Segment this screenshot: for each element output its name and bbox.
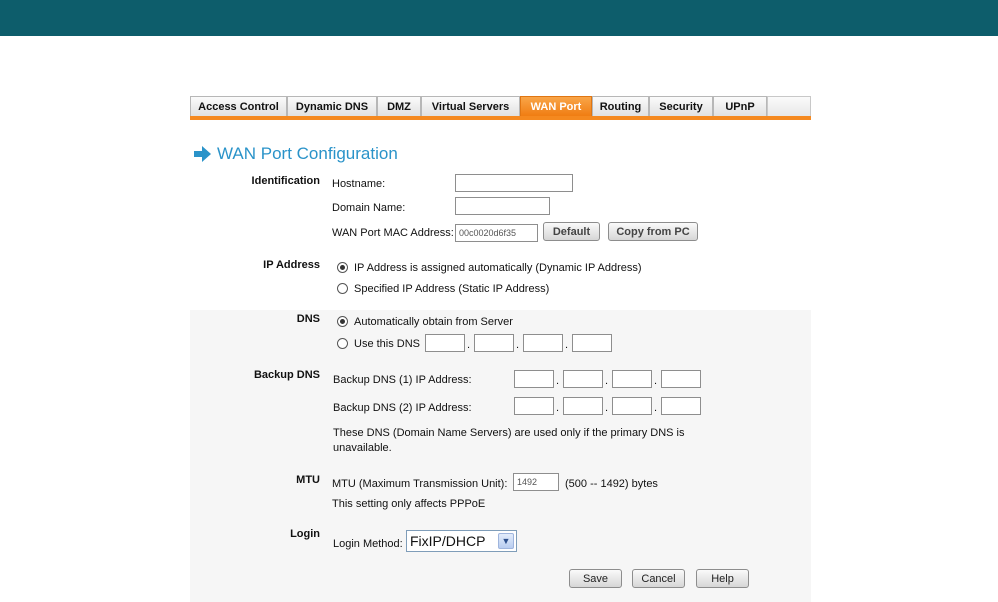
tab-dynamic-dns[interactable]: Dynamic DNS [287, 96, 377, 116]
dns-octet-4-input[interactable] [572, 334, 612, 352]
backup-dns-section-label: Backup DNS [253, 369, 320, 381]
tab-access-control[interactable]: Access Control [190, 96, 287, 116]
dynamic-ip-label: IP Address is assigned automatically (Dy… [354, 262, 642, 274]
ip-address-section-label: IP Address [263, 259, 320, 271]
tab-security[interactable]: Security [649, 96, 713, 116]
tab-upnp[interactable]: UPnP [713, 96, 767, 116]
ip-dot-separator: . [467, 339, 471, 351]
dns-section-label: DNS [296, 313, 320, 325]
default-button[interactable]: Default [543, 222, 600, 241]
backup-dns1-label: Backup DNS (1) IP Address: [333, 374, 472, 386]
backup-dns1-octet-3-input[interactable] [612, 370, 652, 388]
domain-name-input[interactable] [455, 197, 550, 215]
mac-address-label: WAN Port MAC Address: [332, 227, 454, 239]
login-method-value: FixIP/DHCP [410, 533, 486, 549]
hostname-input[interactable] [455, 174, 573, 192]
ip-dot-separator: . [556, 402, 560, 414]
top-banner [0, 0, 998, 36]
backup-dns2-octet-3-input[interactable] [612, 397, 652, 415]
ip-dot-separator: . [556, 375, 560, 387]
tab-bar: Access Control Dynamic DNS DMZ Virtual S… [190, 96, 811, 120]
panel-shaded-area [190, 310, 811, 602]
mtu-section-label: MTU [296, 474, 320, 486]
tab-wan-port[interactable]: WAN Port [520, 96, 592, 116]
dns-manual-radio[interactable] [337, 338, 348, 349]
dns-octet-2-input[interactable] [474, 334, 514, 352]
cancel-button[interactable]: Cancel [632, 569, 685, 588]
backup-dns-note: These DNS (Domain Name Servers) are used… [333, 427, 685, 439]
ip-dot-separator: . [565, 339, 569, 351]
page-title-text: WAN Port Configuration [217, 144, 398, 163]
backup-dns-note-cont: unavailable. [333, 442, 392, 454]
backup-dns2-label: Backup DNS (2) IP Address: [333, 402, 472, 414]
ip-dot-separator: . [516, 339, 520, 351]
login-method-select[interactable]: FixIP/DHCP ▼ [406, 530, 517, 552]
help-button[interactable]: Help [696, 569, 749, 588]
mtu-input[interactable]: 1492 [513, 473, 559, 491]
mtu-range: (500 -- 1492) bytes [565, 478, 658, 490]
static-ip-label: Specified IP Address (Static IP Address) [354, 283, 550, 295]
ip-dot-separator: . [605, 375, 609, 387]
dns-auto-label: Automatically obtain from Server [354, 316, 513, 328]
backup-dns1-octet-4-input[interactable] [661, 370, 701, 388]
tab-routing[interactable]: Routing [592, 96, 649, 116]
ip-dot-separator: . [654, 402, 658, 414]
dns-manual-label: Use this DNS [354, 338, 421, 350]
backup-dns1-octet-1-input[interactable] [514, 370, 554, 388]
backup-dns2-octet-2-input[interactable] [563, 397, 603, 415]
backup-dns1-octet-2-input[interactable] [563, 370, 603, 388]
dns-octet-1-input[interactable] [425, 334, 465, 352]
dns-auto-radio[interactable] [337, 316, 348, 327]
ip-dot-separator: . [654, 375, 658, 387]
tab-virtual-servers[interactable]: Virtual Servers [421, 96, 520, 116]
dynamic-ip-radio[interactable] [337, 262, 348, 273]
backup-dns2-octet-1-input[interactable] [514, 397, 554, 415]
login-section-label: Login [290, 528, 320, 540]
tab-dmz[interactable]: DMZ [377, 96, 421, 116]
identification-section-label: Identification [251, 175, 320, 187]
arrow-right-icon [193, 145, 212, 163]
copy-from-pc-button[interactable]: Copy from PC [608, 222, 698, 241]
static-ip-radio[interactable] [337, 283, 348, 294]
mac-address-input[interactable]: 00c0020d6f35 [455, 224, 538, 242]
mtu-label: MTU (Maximum Transmission Unit): [332, 478, 508, 490]
login-method-label: Login Method: [333, 538, 403, 550]
hostname-label: Hostname: [332, 178, 386, 190]
ip-dot-separator: . [605, 402, 609, 414]
chevron-down-icon[interactable]: ▼ [498, 533, 514, 549]
tab-bar-filler [767, 96, 811, 116]
mtu-note: This setting only affects PPPoE [332, 498, 486, 510]
domain-name-label: Domain Name: [332, 202, 406, 214]
page-title: WAN Port Configuration [193, 142, 398, 166]
backup-dns2-octet-4-input[interactable] [661, 397, 701, 415]
save-button[interactable]: Save [569, 569, 622, 588]
dns-octet-3-input[interactable] [523, 334, 563, 352]
